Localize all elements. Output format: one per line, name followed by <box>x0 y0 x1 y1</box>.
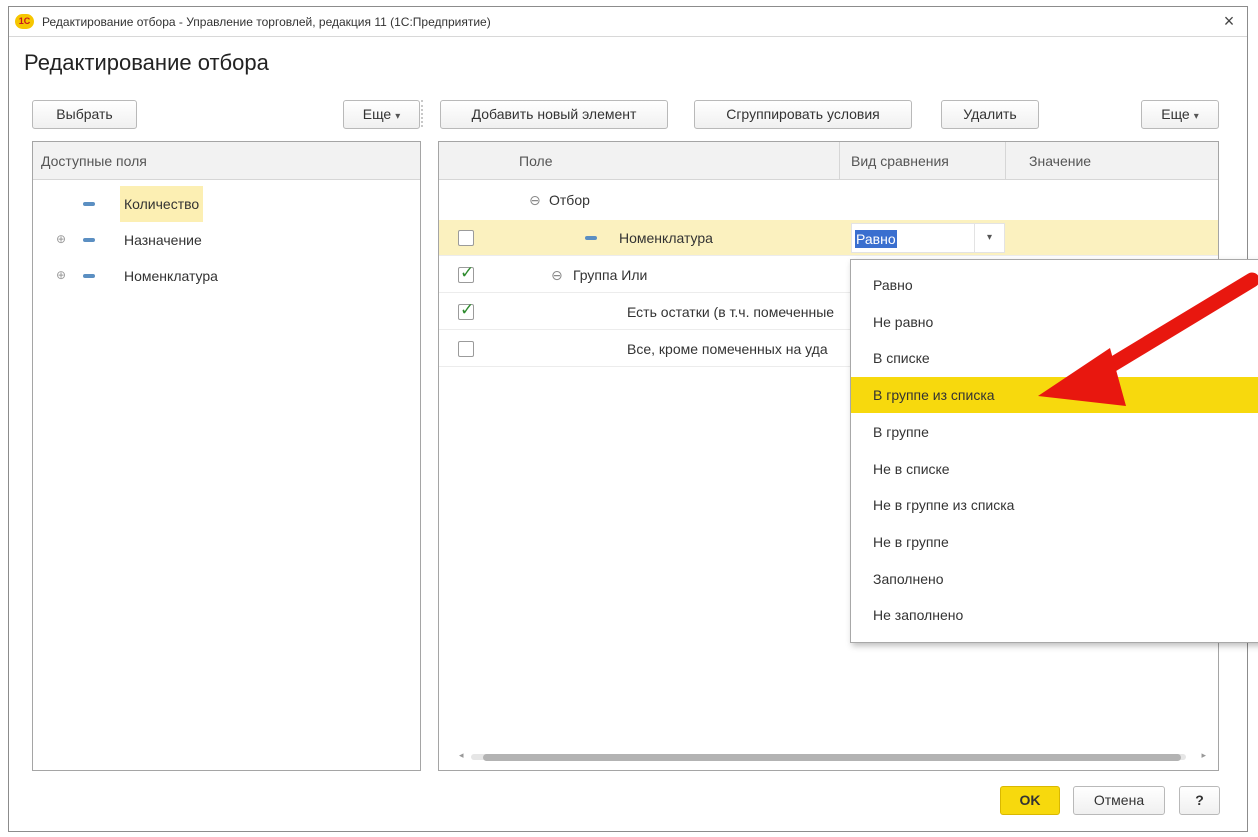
field-item-quantity[interactable]: Количество <box>33 186 420 222</box>
choose-button[interactable]: Выбрать <box>32 100 137 129</box>
column-field[interactable]: Поле <box>519 142 553 180</box>
field-icon <box>585 236 597 240</box>
field-label: Номенклатура <box>124 268 218 284</box>
dropdown-option[interactable]: В группе <box>851 414 1258 450</box>
dropdown-caret-icon: ▾ <box>395 111 401 122</box>
dropdown-option[interactable]: Равно <box>851 267 1258 303</box>
dropdown-option[interactable]: В списке <box>851 340 1258 376</box>
left-more-label: Еще <box>362 106 392 122</box>
scroll-left-icon[interactable]: ◂ <box>459 750 464 761</box>
comparison-select[interactable]: Равно ▾ <box>851 223 1005 253</box>
dropdown-caret-icon[interactable]: ▾ <box>974 224 1004 252</box>
column-value[interactable]: Значение <box>1029 142 1091 180</box>
scroll-thumb[interactable] <box>483 754 1181 761</box>
title-bar: 1С Редактирование отбора - Управление то… <box>9 7 1247 37</box>
row-field-label: Есть остатки (в т.ч. помеченные <box>627 304 835 320</box>
row-field-label: Группа Или <box>573 267 648 283</box>
dropdown-option[interactable]: Не заполнено <box>851 597 1258 633</box>
table-row-root[interactable]: ⊖ Отбор <box>439 182 1218 218</box>
row-field-label: Номенклатура <box>619 230 713 246</box>
field-label: Назначение <box>124 232 202 248</box>
delete-button[interactable]: Удалить <box>941 100 1039 129</box>
cancel-button[interactable]: Отмена <box>1073 786 1165 815</box>
left-more-button[interactable]: Еще ▾ <box>343 100 420 129</box>
row-field-label: Отбор <box>549 192 590 208</box>
checkbox-empty-icon[interactable] <box>458 230 474 246</box>
field-item-purpose[interactable]: ⊕ Назначение <box>33 222 420 258</box>
field-icon <box>83 202 95 206</box>
close-icon[interactable]: × <box>1219 10 1239 32</box>
checkbox-empty-icon[interactable] <box>458 341 474 357</box>
dropdown-option[interactable]: Заполнено <box>851 561 1258 597</box>
check-mark: ✓ <box>460 263 475 282</box>
page-title: Редактирование отбора <box>24 50 269 75</box>
group-collapse-icon[interactable]: ⊖ <box>551 257 563 293</box>
dropdown-option[interactable]: Не в группе из списка <box>851 487 1258 523</box>
column-comparison[interactable]: Вид сравнения <box>851 142 949 180</box>
tree-expand-icon[interactable]: ⊕ <box>55 233 67 245</box>
toolbar-separator <box>421 100 423 127</box>
window-title: Редактирование отбора - Управление торго… <box>42 15 491 29</box>
horizontal-scrollbar[interactable]: ◂ ▸ <box>451 750 1206 762</box>
check-mark: ✓ <box>460 300 475 319</box>
table-row-nomenclature[interactable]: Номенклатура Равно ▾ <box>439 220 1218 256</box>
field-label: Количество <box>120 186 204 222</box>
add-element-button[interactable]: Добавить новый элемент <box>440 100 668 129</box>
field-icon <box>83 238 95 242</box>
comparison-value: Равно <box>855 230 897 248</box>
group-conditions-button[interactable]: Сгруппировать условия <box>694 100 912 129</box>
dropdown-caret-icon: ▾ <box>1193 111 1199 122</box>
tree-expand-icon[interactable]: ⊕ <box>55 269 67 281</box>
available-fields-title: Доступные поля <box>41 153 147 169</box>
comparison-dropdown[interactable]: Равно Не равно В списке В группе из списка В… <box>850 259 1258 643</box>
field-item-nomenclature[interactable]: ⊕ Номенклатура <box>33 258 420 294</box>
dropdown-option[interactable]: Не в списке <box>851 451 1258 487</box>
scroll-right-icon[interactable]: ▸ <box>1201 750 1206 761</box>
right-more-button[interactable]: Еще ▾ <box>1141 100 1219 129</box>
right-more-label: Еще <box>1161 106 1190 122</box>
dropdown-option[interactable]: В группе из списка <box>851 377 1258 414</box>
checkbox-checked-icon[interactable]: ✓ <box>458 263 474 283</box>
column-separator <box>839 142 840 180</box>
dropdown-option[interactable]: Не равно <box>851 304 1258 340</box>
filter-table-header: Поле Вид сравнения Значение <box>439 142 1218 180</box>
group-collapse-icon[interactable]: ⊖ <box>529 182 541 218</box>
help-button[interactable]: ? <box>1179 786 1220 815</box>
available-fields-header: Доступные поля <box>33 142 420 180</box>
dropdown-option[interactable]: Не в группе <box>851 524 1258 560</box>
checkbox-checked-icon[interactable]: ✓ <box>458 300 474 320</box>
app-logo-icon: 1С <box>15 14 34 29</box>
available-fields-panel[interactable]: Доступные поля Количество ⊕ Назначение ⊕… <box>32 141 421 771</box>
row-field-label: Все, кроме помеченных на уда <box>627 341 828 357</box>
field-icon <box>83 274 95 278</box>
column-separator <box>1005 142 1006 180</box>
ok-button[interactable]: OK <box>1000 786 1060 815</box>
